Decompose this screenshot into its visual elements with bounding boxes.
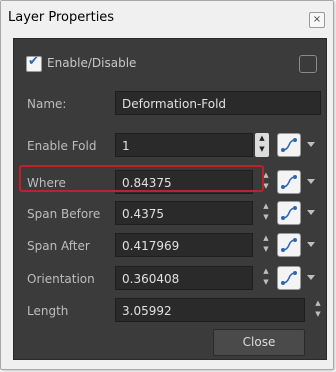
- length-label: Length: [27, 304, 69, 318]
- color-swatch-button[interactable]: [299, 55, 317, 73]
- span-after-row: Span After 0.417969 ▲ ▼: [14, 233, 326, 259]
- function-curve-button[interactable]: [277, 266, 301, 290]
- name-label: Name:: [27, 97, 67, 111]
- length-row: Length 3.05992 ▲ ▼: [14, 298, 326, 324]
- layer-properties-window: Layer Properties × ✔ Enable/Disable Name…: [0, 0, 334, 370]
- chevron-down-icon[interactable]: [307, 210, 315, 215]
- name-field[interactable]: Deformation-Fold: [115, 91, 321, 115]
- where-field[interactable]: 0.84375: [115, 170, 253, 194]
- curve-icon: [281, 138, 297, 152]
- function-curve-button[interactable]: [277, 233, 301, 257]
- orientation-field[interactable]: 0.360408: [115, 266, 253, 290]
- function-curve-button[interactable]: [277, 133, 301, 157]
- length-stepper[interactable]: ▲ ▼: [311, 298, 325, 322]
- name-row: Name: Deformation-Fold: [14, 91, 326, 117]
- span-before-stepper[interactable]: ▲ ▼: [259, 201, 273, 225]
- enable-fold-field[interactable]: 1: [115, 133, 253, 157]
- chevron-down-icon[interactable]: [307, 142, 315, 147]
- curve-icon: [281, 238, 297, 252]
- orientation-row: Orientation 0.360408 ▲ ▼: [14, 266, 326, 292]
- enable-checkbox[interactable]: ✔: [26, 54, 42, 72]
- span-before-label: Span Before: [27, 207, 101, 221]
- span-after-stepper[interactable]: ▲ ▼: [259, 233, 273, 257]
- span-after-field[interactable]: 0.417969: [115, 233, 253, 257]
- curve-icon: [281, 175, 297, 189]
- chevron-down-icon[interactable]: [307, 179, 315, 184]
- span-after-label: Span After: [27, 239, 90, 253]
- length-field[interactable]: 3.05992: [115, 298, 305, 322]
- orientation-label: Orientation: [27, 272, 95, 286]
- enable-fold-stepper[interactable]: ▲ ▼: [255, 133, 269, 157]
- where-row: Where 0.84375 ▲ ▼: [14, 165, 326, 196]
- title-bar: Layer Properties ×: [1, 1, 333, 35]
- chevron-down-icon[interactable]: [307, 275, 315, 280]
- enable-label: Enable/Disable: [47, 56, 137, 70]
- orientation-stepper[interactable]: ▲ ▼: [259, 266, 273, 290]
- close-window-icon[interactable]: ×: [309, 12, 325, 28]
- window-title: Layer Properties: [8, 10, 115, 25]
- chevron-down-icon[interactable]: [307, 242, 315, 247]
- function-curve-button[interactable]: [277, 201, 301, 225]
- curve-icon: [281, 271, 297, 285]
- where-label: Where: [27, 176, 66, 190]
- span-before-field[interactable]: 0.4375: [115, 201, 253, 225]
- curve-icon: [281, 206, 297, 220]
- enable-fold-row: Enable Fold 1 ▲ ▼: [14, 133, 326, 159]
- where-stepper[interactable]: ▲ ▼: [259, 170, 273, 194]
- checkmark-icon: ✔: [28, 54, 39, 69]
- properties-panel: ✔ Enable/Disable Name: Deformation-Fold …: [13, 38, 327, 360]
- close-button[interactable]: Close: [213, 329, 305, 356]
- enable-fold-label: Enable Fold: [27, 139, 97, 153]
- function-curve-button[interactable]: [277, 170, 301, 194]
- span-before-row: Span Before 0.4375 ▲ ▼: [14, 201, 326, 227]
